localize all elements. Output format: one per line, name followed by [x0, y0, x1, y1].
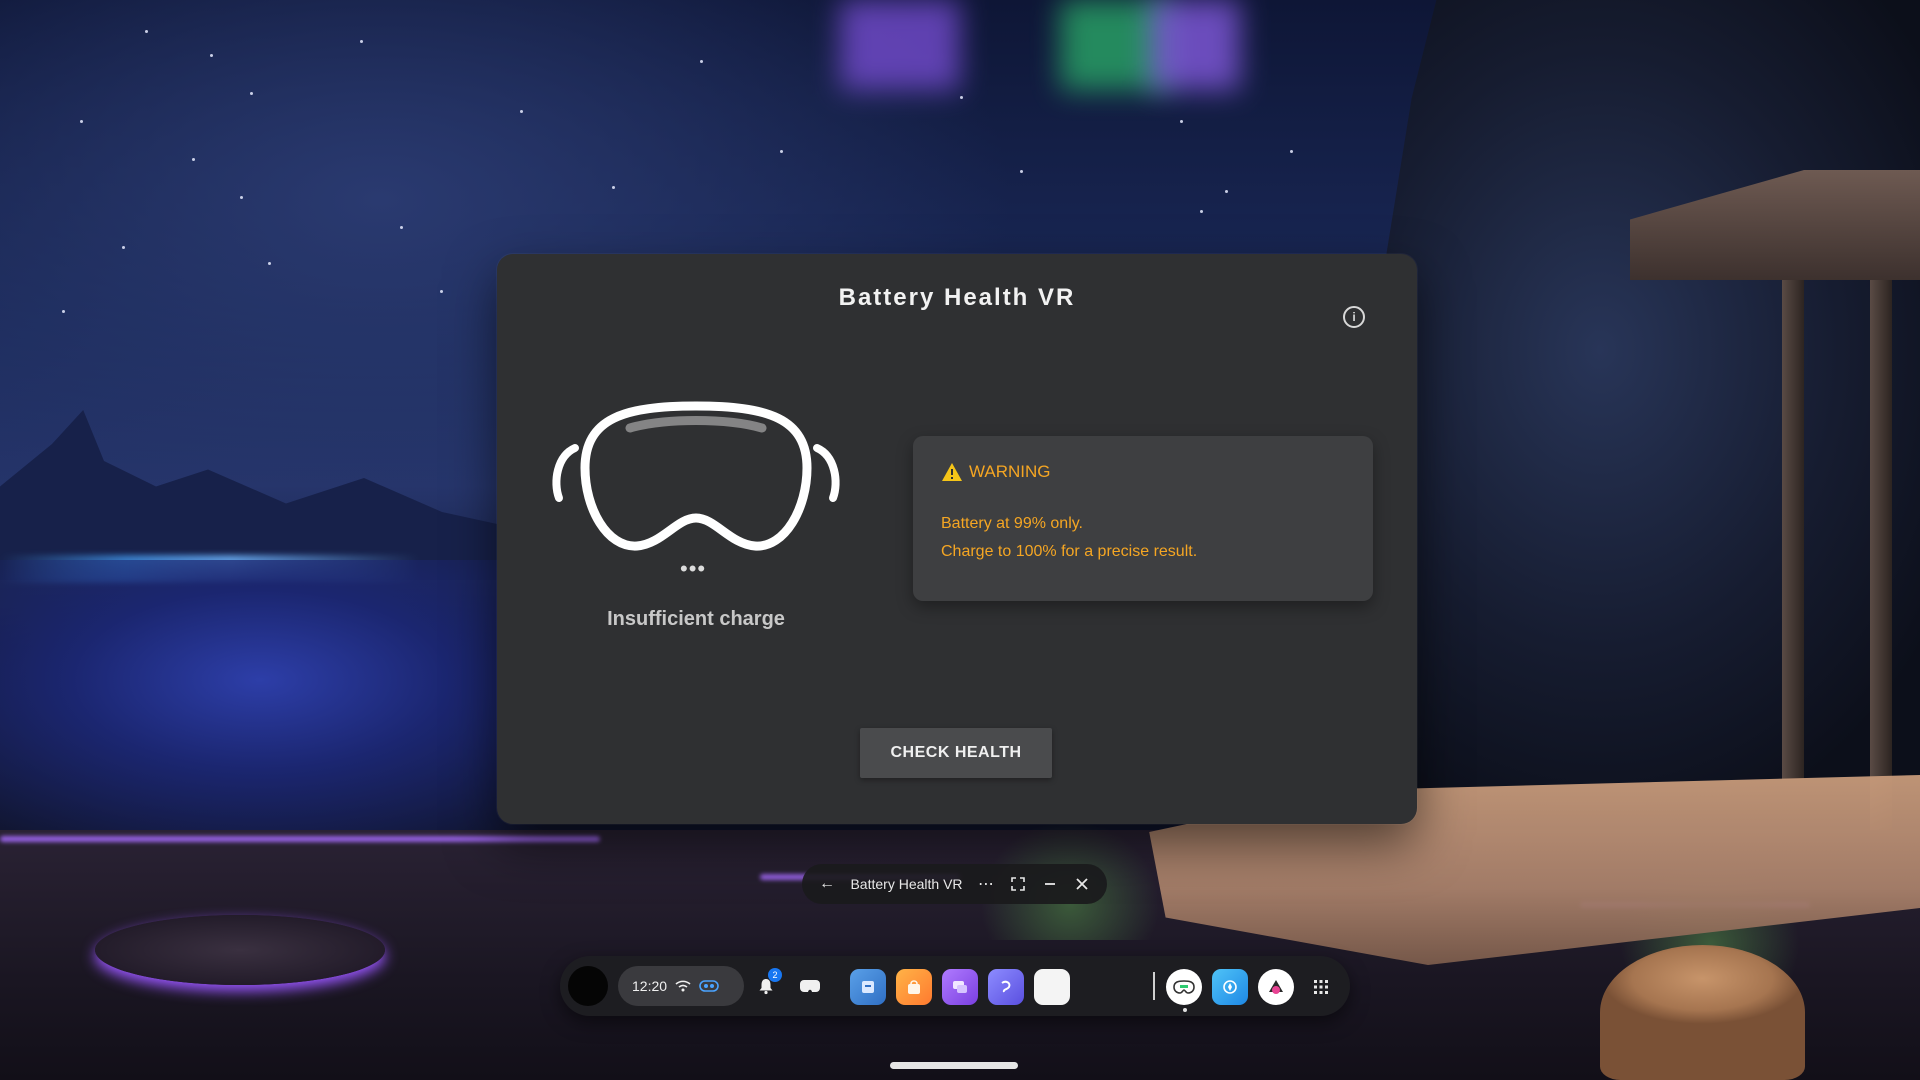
- wifi-icon: [675, 980, 691, 992]
- notification-badge: 2: [768, 968, 782, 982]
- minimize-icon[interactable]: [1039, 873, 1061, 895]
- warning-line-1: Battery at 99% only.: [941, 515, 1083, 532]
- home-indicator[interactable]: [890, 1062, 1018, 1069]
- store-icon[interactable]: [896, 969, 932, 1005]
- warning-line-2: Charge to 100% for a precise result.: [941, 543, 1198, 560]
- warning-title: WARNING: [969, 462, 1051, 481]
- vr-glasses-icon: [800, 980, 820, 992]
- battery-health-icon[interactable]: [1166, 969, 1202, 1005]
- warning-message: Battery at 99% only. Charge to 100% for …: [941, 510, 1345, 566]
- pedestal: [95, 915, 385, 985]
- app-library-icon[interactable]: [1306, 969, 1336, 1005]
- taskbar-divider: [1153, 972, 1155, 1000]
- passthrough-button[interactable]: [790, 966, 830, 1006]
- check-health-button[interactable]: CHECK HEALTH: [860, 728, 1052, 778]
- expand-icon[interactable]: [1007, 873, 1029, 895]
- game-icon[interactable]: [1258, 969, 1294, 1005]
- blank-app-icon[interactable]: [1034, 969, 1070, 1005]
- charge-status-label: Insufficient charge: [607, 608, 785, 630]
- horizon-icon[interactable]: [988, 969, 1024, 1005]
- stool: [1600, 945, 1805, 1080]
- files-icon[interactable]: [850, 969, 886, 1005]
- back-arrow-icon[interactable]: ←: [816, 873, 838, 895]
- window-control-bar: ← Battery Health VR ⋯: [802, 864, 1107, 904]
- taskbar: 12:20 2: [560, 956, 1350, 1016]
- window-title: Battery Health VR: [850, 876, 963, 892]
- page-title: Battery Health VR: [838, 284, 1076, 311]
- avatar[interactable]: [568, 966, 608, 1006]
- post: [1870, 280, 1892, 860]
- warning-card: WARNING Battery at 99% only. Charge to 1…: [913, 436, 1373, 601]
- more-icon[interactable]: ⋯: [975, 873, 997, 895]
- notifications-button[interactable]: 2: [746, 966, 786, 1006]
- battery-health-panel: Battery Health VR i ••• Insufficient cha…: [497, 254, 1417, 824]
- warning-icon: [942, 463, 962, 481]
- clock: 12:20: [632, 978, 668, 994]
- explore-icon[interactable]: [1212, 969, 1248, 1005]
- messenger-icon[interactable]: [942, 969, 978, 1005]
- vr-headset-icon: [552, 401, 840, 551]
- info-button[interactable]: i: [1343, 306, 1365, 328]
- close-icon[interactable]: [1071, 873, 1093, 895]
- loading-dots: •••: [680, 556, 707, 581]
- info-icon: i: [1352, 310, 1356, 324]
- warning-heading: WARNING: [941, 462, 1345, 482]
- headset-battery-icon: [699, 980, 719, 992]
- quick-settings-pill[interactable]: 12:20: [618, 966, 744, 1006]
- post: [1782, 280, 1804, 780]
- active-app-indicator: [1183, 1008, 1187, 1012]
- neon-trim: [0, 836, 600, 842]
